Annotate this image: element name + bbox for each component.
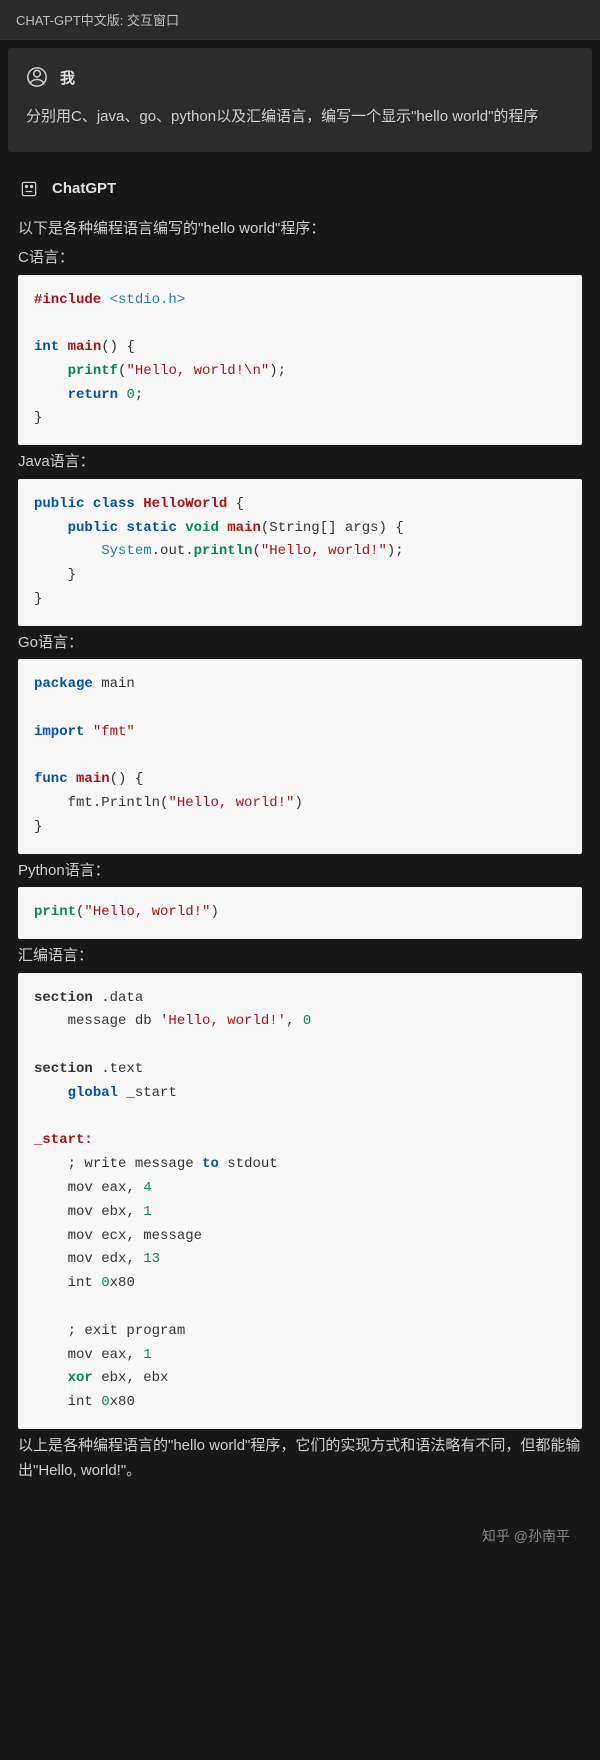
user-message: 分别用C、java、go、python以及汇编语言，编写一个显示"hello w…	[26, 104, 574, 130]
code-block-java[interactable]: public class HelloWorld { public static …	[18, 479, 582, 626]
user-icon	[26, 66, 48, 88]
assistant-message-block: ChatGPT 以下是各种编程语言编写的"hello world"程序： C语言…	[0, 160, 600, 1506]
assistant-header: ChatGPT	[18, 178, 582, 200]
user-label: 我	[60, 67, 75, 88]
chatgpt-icon	[18, 178, 40, 200]
assistant-outro: 以上是各种编程语言的"hello world"程序，它们的实现方式和语法略有不同…	[18, 1433, 582, 1484]
code-block-python[interactable]: print("Hello, world!")	[18, 887, 582, 939]
code-block-go[interactable]: package main import "fmt" func main() { …	[18, 659, 582, 854]
lang-label-python: Python语言：	[18, 858, 582, 884]
lang-label-c: C语言：	[18, 245, 582, 271]
lang-label-go: Go语言：	[18, 630, 582, 656]
user-header: 我	[26, 66, 574, 88]
assistant-intro: 以下是各种编程语言编写的"hello world"程序：	[18, 216, 582, 242]
window-title-text: CHAT-GPT中文版: 交互窗口	[16, 13, 179, 28]
lang-label-java: Java语言：	[18, 449, 582, 475]
window-title: CHAT-GPT中文版: 交互窗口	[0, 0, 600, 40]
footer-text: 知乎 @孙南平	[482, 1528, 570, 1544]
assistant-label: ChatGPT	[52, 180, 116, 197]
code-block-asm[interactable]: section .data message db 'Hello, world!'…	[18, 973, 582, 1429]
footer: 知乎 @孙南平	[0, 1506, 600, 1562]
user-message-block: 我 分别用C、java、go、python以及汇编语言，编写一个显示"hello…	[8, 48, 592, 152]
code-block-c[interactable]: #include <stdio.h> int main() { printf("…	[18, 275, 582, 446]
lang-label-asm: 汇编语言：	[18, 943, 582, 969]
